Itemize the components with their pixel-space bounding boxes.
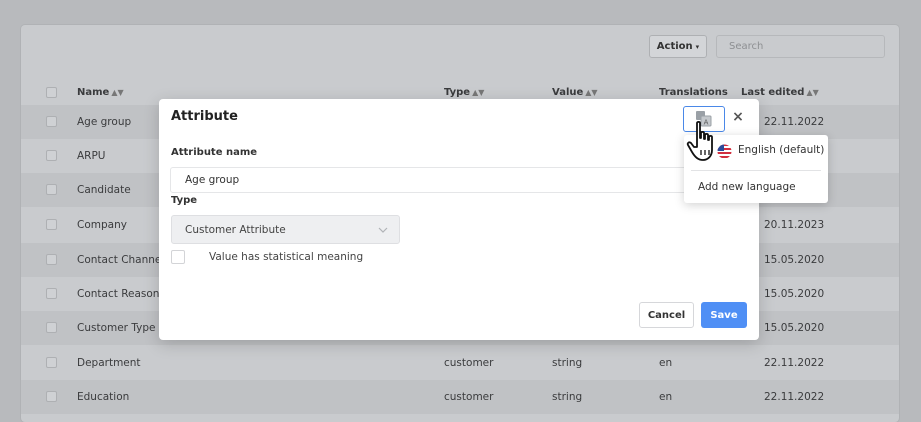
column-header-translations: Translations	[659, 87, 728, 98]
action-button-label: Action	[656, 41, 693, 52]
table-row[interactable]: Education customer string en 22.11.2022	[21, 380, 899, 414]
cell-name: Contact Channel	[77, 254, 165, 266]
action-button[interactable]: Action ▾	[649, 35, 707, 58]
cell-type: customer	[444, 391, 494, 403]
cell-name: Company	[77, 219, 127, 231]
column-header-type[interactable]: Type ▲▼	[444, 87, 484, 98]
attribute-name-field[interactable]	[170, 167, 695, 193]
toolbar: Action ▾	[21, 25, 899, 69]
type-select[interactable]: Customer Attribute	[171, 215, 400, 244]
close-icon[interactable]: ×	[731, 108, 745, 126]
cell-last-edited: 22.11.2022	[764, 357, 825, 369]
row-checkbox[interactable]	[46, 116, 57, 127]
cell-last-edited: 20.11.2023	[764, 219, 825, 231]
sort-icon: ▲▼	[806, 88, 819, 97]
cell-translations: en	[659, 357, 673, 369]
cell-name: Education	[77, 391, 130, 403]
row-checkbox[interactable]	[46, 184, 57, 195]
type-select-value: Customer Attribute	[185, 224, 286, 236]
search-input[interactable]	[716, 35, 885, 58]
cell-name: Customer Type	[77, 322, 156, 334]
type-label: Type	[171, 195, 198, 206]
cell-last-edited: 22.11.2022	[764, 116, 825, 128]
row-checkbox[interactable]	[46, 254, 57, 265]
caret-down-icon: ▾	[695, 42, 700, 51]
cancel-button[interactable]: Cancel	[639, 302, 694, 328]
column-header-value[interactable]: Value ▲▼	[552, 87, 598, 98]
save-button-label: Save	[710, 309, 738, 321]
cell-translations: en	[659, 391, 673, 403]
add-language-option[interactable]: Add new language	[698, 181, 796, 193]
sort-icon: ▲▼	[585, 88, 598, 97]
cell-name: ARPU	[77, 150, 106, 162]
save-button[interactable]: Save	[701, 302, 747, 328]
row-checkbox[interactable]	[46, 357, 57, 368]
row-checkbox[interactable]	[46, 219, 57, 230]
chevron-down-icon	[378, 227, 388, 233]
cell-last-edited: 15.05.2020	[764, 322, 825, 334]
column-header-last-edited[interactable]: Last edited ▲▼	[741, 87, 819, 98]
sort-icon: ▲▼	[472, 88, 485, 97]
column-header-name[interactable]: Name ▲▼	[77, 87, 124, 98]
cell-last-edited: 15.05.2020	[764, 254, 825, 266]
cell-value: string	[552, 391, 583, 403]
row-checkbox[interactable]	[46, 391, 57, 402]
table-row[interactable]: Department customer string en 22.11.2022	[21, 346, 899, 380]
select-all-checkbox[interactable]	[46, 87, 57, 98]
sort-asc-icon: ▲▼	[111, 88, 124, 97]
row-checkbox[interactable]	[46, 150, 57, 161]
hand-pointer-icon	[686, 120, 713, 161]
cell-value: string	[552, 357, 583, 369]
cancel-button-label: Cancel	[647, 309, 686, 321]
cell-name: Contact Reason	[77, 288, 160, 300]
cell-last-edited: 22.11.2022	[764, 391, 825, 403]
row-checkbox[interactable]	[46, 322, 57, 333]
statistical-meaning-checkbox[interactable]	[171, 250, 185, 264]
cell-name: Department	[77, 357, 141, 369]
statistical-meaning-label: Value has statistical meaning	[209, 251, 364, 263]
dropdown-divider	[691, 170, 821, 171]
language-option-english[interactable]: English (default)	[738, 144, 824, 156]
row-checkbox[interactable]	[46, 288, 57, 299]
cell-name: Candidate	[77, 184, 131, 196]
modal-title: Attribute	[171, 109, 238, 124]
cell-type: customer	[444, 357, 494, 369]
cell-name: Age group	[77, 116, 132, 128]
cell-last-edited: 15.05.2020	[764, 288, 825, 300]
attribute-name-label: Attribute name	[171, 147, 258, 158]
attribute-modal: Attribute A × Attribute name Type Custom…	[159, 99, 759, 340]
